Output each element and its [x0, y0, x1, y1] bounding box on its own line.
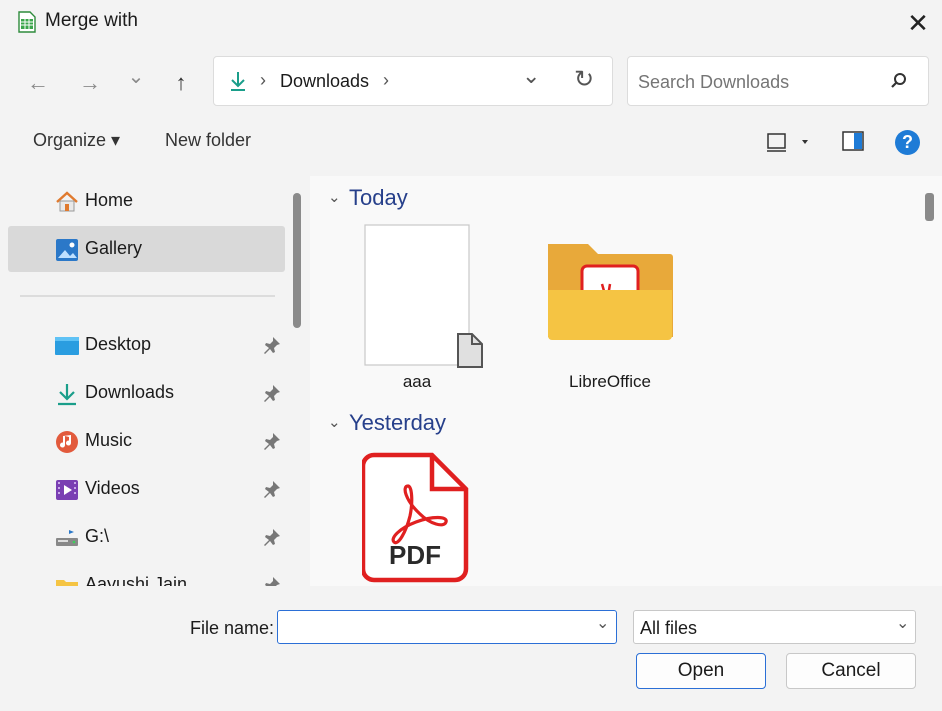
sidebar-item-gallery[interactable]: Gallery — [8, 226, 285, 272]
pin-icon[interactable] — [262, 431, 282, 451]
drive-icon — [56, 530, 78, 546]
pin-icon[interactable] — [262, 479, 282, 499]
breadcrumb-separator[interactable]: › — [383, 70, 389, 91]
view-options-button[interactable] — [766, 131, 812, 153]
breadcrumb-downloads[interactable]: Downloads — [280, 71, 369, 92]
collapse-chevron-icon[interactable]: ⌄ — [328, 188, 341, 206]
refresh-button[interactable]: ↻ — [574, 65, 594, 94]
chevron-down-icon[interactable]: ⌄ — [896, 613, 909, 633]
sidebar-item-label: Gallery — [85, 238, 143, 258]
sidebar-item-label: Home — [85, 190, 134, 210]
home-icon — [56, 191, 78, 212]
calc-app-icon — [18, 11, 36, 33]
search-box[interactable] — [627, 56, 929, 106]
preview-pane-icon[interactable] — [842, 131, 864, 151]
file-list-scrollbar-thumb[interactable] — [925, 193, 934, 221]
sidebar-item-label: G:\ — [85, 526, 110, 546]
sidebar-item-music[interactable]: Music — [8, 418, 285, 464]
recent-locations-button[interactable]: ⌄ — [118, 60, 154, 94]
navigation-pane: Home Gallery Desktop Downloads Music Vid… — [0, 176, 310, 586]
downloads-icon — [231, 72, 245, 91]
pdf-badge: PDF — [389, 540, 441, 570]
sidebar-item-videos[interactable]: Videos — [8, 466, 285, 512]
group-header-today[interactable]: Today — [349, 185, 408, 211]
open-button[interactable]: Open — [636, 653, 766, 689]
sidebar-item-label: Music — [85, 430, 133, 450]
pin-icon[interactable] — [262, 335, 282, 355]
desktop-icon — [55, 337, 79, 355]
window-title: Merge with — [45, 10, 138, 31]
address-dropdown-button[interactable]: ⌄ — [522, 63, 540, 89]
sidebar-item-drive-g[interactable]: G:\ — [8, 514, 285, 560]
collapse-chevron-icon[interactable]: ⌄ — [328, 413, 341, 431]
file-type-value: All files — [640, 618, 698, 638]
file-item-aaa[interactable]: aaa — [364, 224, 488, 394]
file-name-label: File name: — [190, 618, 275, 638]
sidebar-item-downloads[interactable]: Downloads — [8, 370, 285, 416]
sidebar-item-desktop[interactable]: Desktop — [8, 322, 285, 368]
sidebar-item-label: Videos — [85, 478, 140, 498]
help-button[interactable]: ? — [895, 130, 920, 155]
file-name-input[interactable] — [284, 614, 588, 642]
gallery-icon — [56, 239, 78, 261]
downloads-icon — [58, 384, 76, 406]
folder-label: LibreOffice — [569, 372, 651, 391]
back-button[interactable]: ← — [20, 66, 56, 100]
title-bar — [0, 0, 942, 46]
address-bar[interactable]: › Downloads › ⌄ ↻ — [213, 56, 613, 106]
sidebar-item-label: Downloads — [85, 382, 175, 402]
pin-icon[interactable] — [262, 383, 282, 403]
document-icon — [364, 224, 483, 368]
file-type-select[interactable]: All files ⌄ — [633, 610, 916, 644]
sidebar-item-aayushi-jain[interactable]: Aayushi Jain — [8, 562, 285, 586]
search-input[interactable] — [636, 67, 880, 97]
search-icon[interactable] — [890, 72, 908, 90]
chevron-down-icon[interactable]: ⌄ — [596, 613, 609, 633]
folder-icon — [548, 244, 673, 340]
sidebar-item-label: Desktop — [85, 334, 152, 354]
group-header-yesterday[interactable]: Yesterday — [349, 410, 446, 436]
sidebar-item-home[interactable]: Home — [8, 178, 285, 224]
pin-icon[interactable] — [262, 527, 282, 547]
file-label: aaa — [402, 372, 432, 391]
file-item-pdf[interactable]: PDF — [362, 452, 472, 584]
videos-icon — [56, 480, 78, 500]
pin-icon[interactable] — [262, 575, 282, 586]
sidebar-item-label: Aayushi Jain — [85, 574, 188, 586]
sidebar-divider — [20, 295, 275, 297]
up-button[interactable]: ↑ — [163, 66, 199, 100]
organize-button[interactable]: Organize ▾ — [33, 130, 120, 151]
cancel-button[interactable]: Cancel — [786, 653, 916, 689]
sidebar-scrollbar-thumb[interactable] — [293, 193, 301, 328]
music-icon — [56, 431, 78, 453]
dialog-footer — [0, 586, 942, 711]
close-button[interactable]: ✕ — [900, 6, 936, 40]
breadcrumb-separator: › — [260, 70, 266, 90]
folder-icon — [56, 580, 78, 586]
file-list-pane: ⌄ Today aaa LibreOffice ⌄ Yesterday PDF — [310, 176, 942, 586]
folder-item-libreoffice[interactable]: LibreOffice — [538, 240, 688, 391]
new-folder-button[interactable]: New folder — [165, 130, 251, 151]
file-name-combobox[interactable]: ⌄ — [277, 610, 617, 644]
forward-button[interactable]: → — [72, 66, 108, 100]
